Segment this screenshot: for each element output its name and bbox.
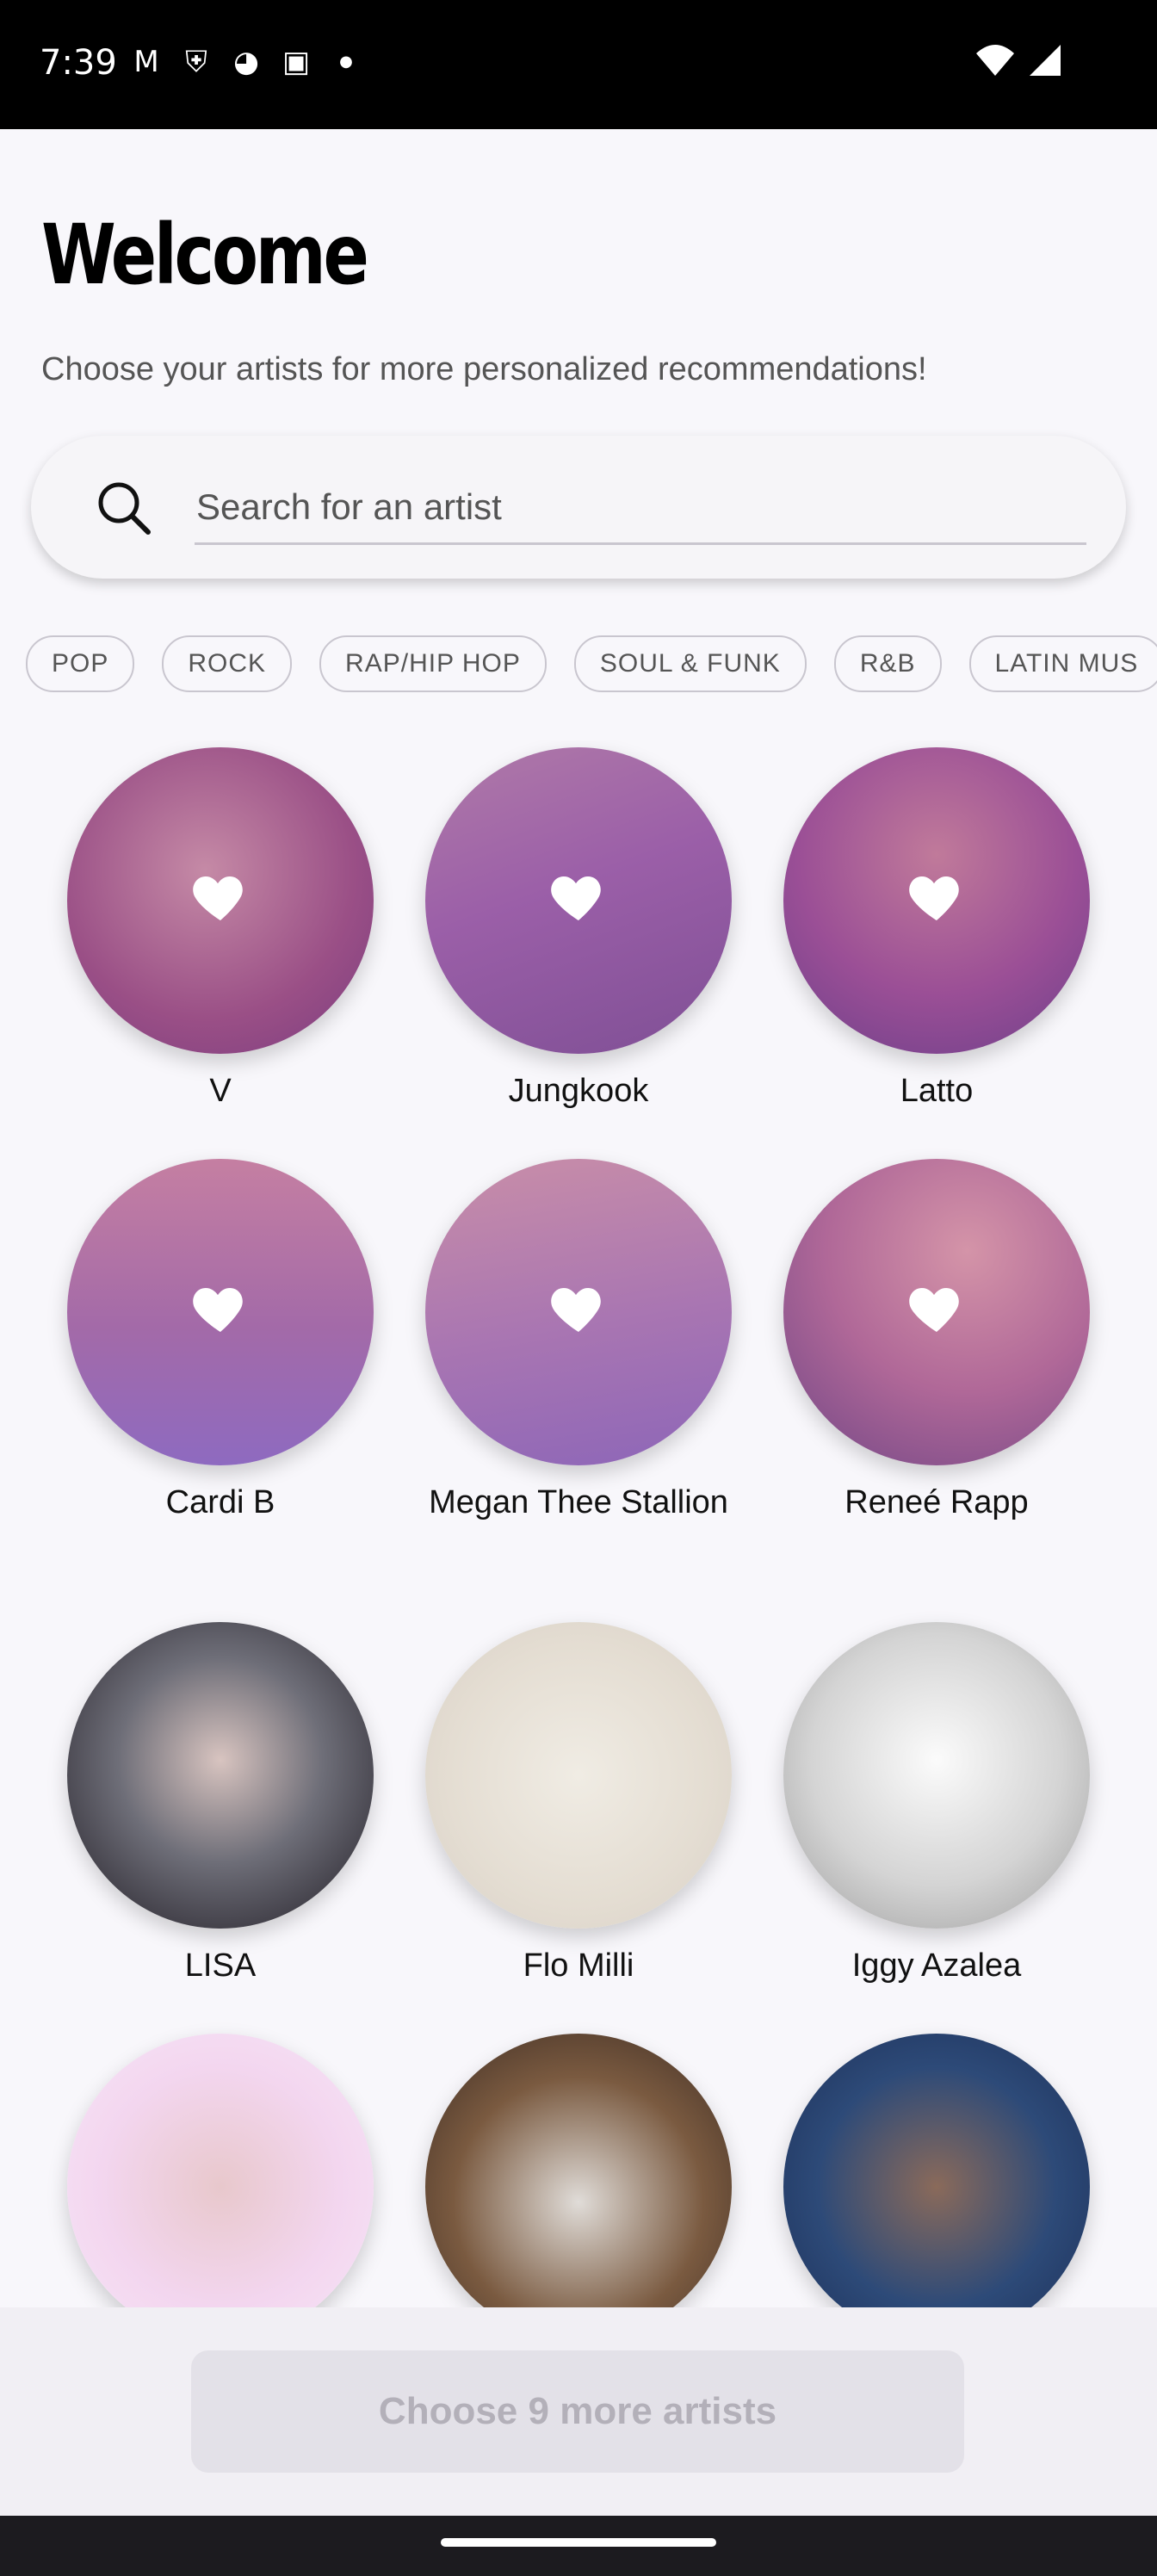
artist-name: Megan Thee Stallion — [429, 1484, 728, 1520]
artist-name: Latto — [900, 1073, 974, 1109]
artist-name: Reneé Rapp — [845, 1484, 1029, 1520]
artist-avatar[interactable] — [783, 2034, 1090, 2307]
genre-filter-chips: POP ROCK RAP/HIP HOP SOUL & FUNK R&B LAT… — [26, 635, 1157, 692]
artist-name: Jungkook — [508, 1073, 649, 1109]
status-system-icons — [974, 43, 1062, 77]
artist-avatar[interactable] — [425, 1159, 732, 1465]
status-notification-icons: M ⛨ ◕ ▣ ● — [129, 45, 363, 79]
artist-avatar[interactable] — [425, 2034, 732, 2307]
gmail-icon: M — [133, 45, 159, 79]
artist-name: Flo Milli — [523, 1947, 634, 1984]
heart-icon — [909, 1288, 959, 1332]
status-time: 7:39 — [40, 43, 117, 83]
artist-avatar[interactable] — [425, 747, 732, 1054]
heart-icon — [193, 876, 243, 920]
search-underline — [195, 542, 1086, 545]
heart-icon — [909, 876, 959, 920]
genre-chip-pop[interactable]: POP — [26, 635, 135, 692]
genre-chip-rnb[interactable]: R&B — [833, 635, 942, 692]
status-bar: 7:39 M ⛨ ◕ ▣ ● — [0, 0, 1157, 129]
wifi-icon — [976, 45, 1014, 76]
artist-name: Cardi B — [165, 1484, 275, 1520]
artist-avatar[interactable] — [67, 1622, 374, 1929]
artist-avatar[interactable] — [783, 1159, 1090, 1465]
artist-avatar[interactable] — [425, 1622, 732, 1929]
search-input[interactable] — [195, 470, 1093, 544]
artist-avatar[interactable] — [67, 1159, 374, 1465]
artist-avatar[interactable] — [67, 747, 374, 1054]
sync-icon: ◕ — [233, 45, 259, 79]
genre-chip-soul-funk[interactable]: SOUL & FUNK — [573, 635, 807, 692]
search-icon — [98, 482, 151, 535]
search-bar[interactable] — [31, 436, 1126, 579]
artist-avatar[interactable] — [783, 747, 1090, 1054]
artist-avatar[interactable] — [67, 2034, 374, 2307]
shield-icon: ⛨ — [185, 45, 207, 79]
page-subtitle: Choose your artists for more personalize… — [41, 351, 927, 387]
home-indicator[interactable] — [441, 2538, 716, 2547]
genre-chip-rap-hip-hop[interactable]: RAP/HIP HOP — [319, 635, 547, 692]
artist-grid: V Jungkook Latto Cardi B Megan Thee Stal… — [41, 740, 1116, 2307]
genre-chip-rock[interactable]: ROCK — [162, 635, 293, 692]
dot-icon: ● — [339, 53, 353, 71]
artist-avatar[interactable] — [783, 1622, 1090, 1929]
artist-name: LISA — [184, 1947, 257, 1984]
heart-icon — [193, 1288, 243, 1332]
choose-more-artists-button[interactable]: Choose 9 more artists — [191, 2350, 964, 2473]
signal-icon — [1030, 45, 1061, 76]
artist-name: V — [209, 1073, 232, 1109]
bottom-action-bar: Choose 9 more artists — [0, 2307, 1157, 2516]
artist-name: Iggy Azalea — [851, 1947, 1022, 1984]
page-title: Welcome — [41, 207, 369, 303]
font-icon: ▣ — [282, 45, 311, 79]
system-navigation-bar — [0, 2516, 1157, 2576]
heart-icon — [551, 1288, 601, 1332]
genre-chip-latin-music[interactable]: LATIN MUS — [968, 635, 1157, 692]
heart-icon — [551, 876, 601, 920]
